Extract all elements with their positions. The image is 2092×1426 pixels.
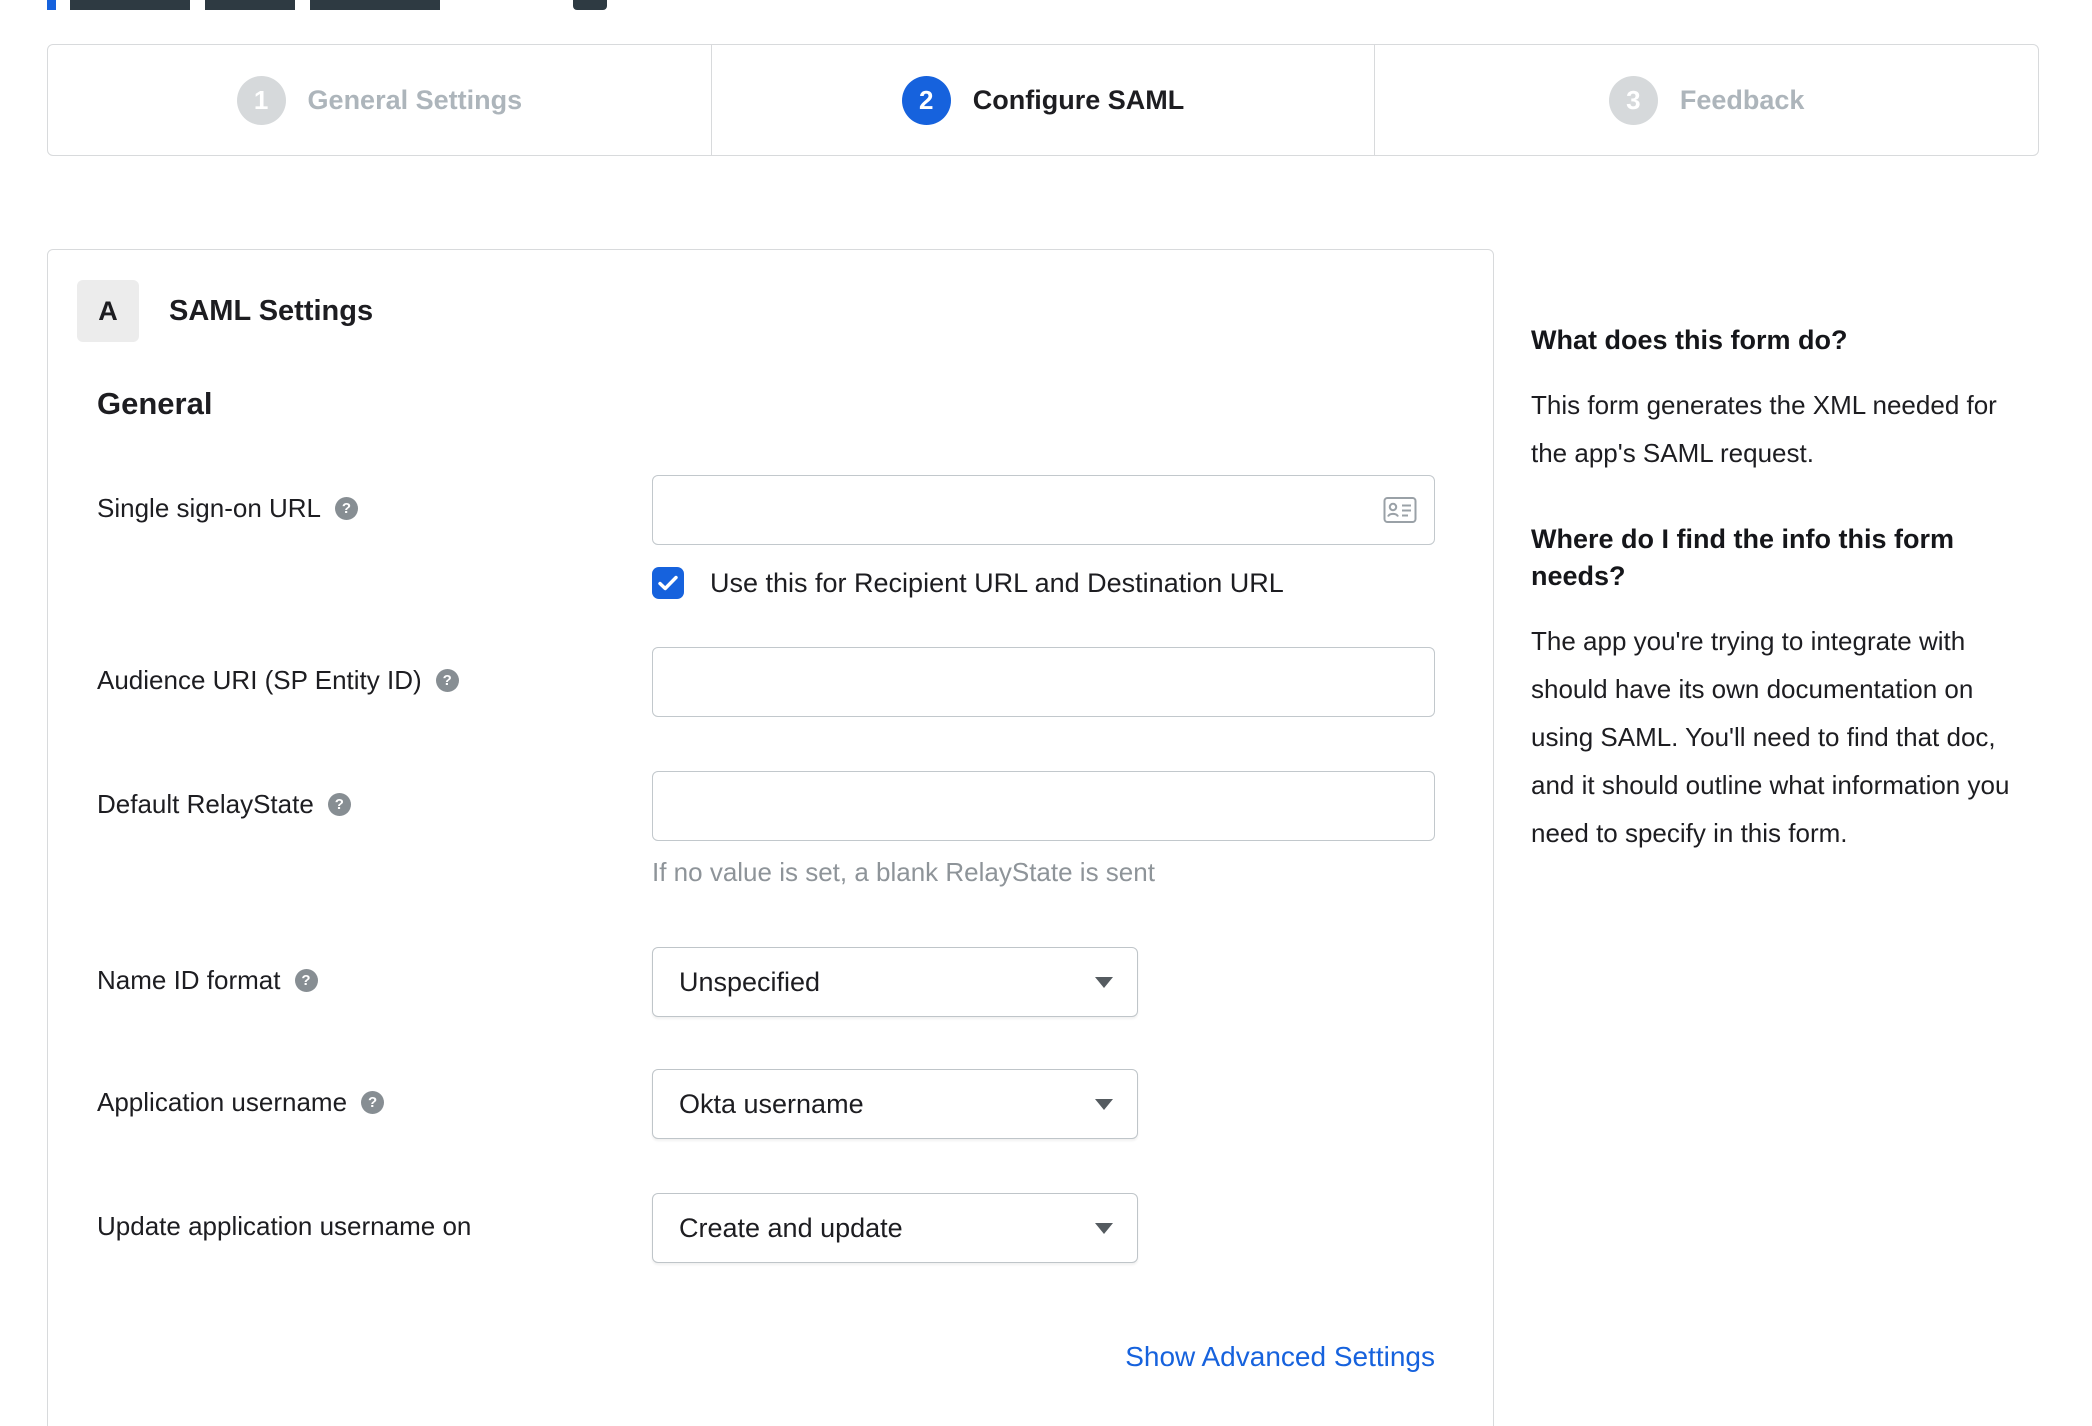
app-username-control: Okta username bbox=[652, 1069, 1442, 1139]
step-configure-saml[interactable]: 2 Configure SAML bbox=[712, 45, 1376, 155]
field-row-sso-url: Single sign-on URL ? Use this for Recipi… bbox=[48, 475, 1493, 599]
field-row-name-id-format: Name ID format ? Unspecified bbox=[48, 947, 1493, 1017]
wizard-stepper: 1 General Settings 2 Configure SAML 3 Fe… bbox=[47, 44, 2039, 156]
recipient-url-checkbox[interactable] bbox=[652, 567, 684, 599]
sso-url-input[interactable] bbox=[652, 475, 1435, 545]
audience-uri-label-cell: Audience URI (SP Entity ID) ? bbox=[97, 647, 652, 697]
help-section-what-body: This form generates the XML needed for t… bbox=[1531, 390, 1997, 468]
name-id-format-label: Name ID format bbox=[97, 965, 281, 995]
chevron-down-icon bbox=[1095, 976, 1113, 988]
show-advanced-settings-link[interactable]: Show Advanced Settings bbox=[1125, 1341, 1435, 1372]
update-username-control: Create and update bbox=[652, 1193, 1442, 1263]
contact-card-icon[interactable] bbox=[1383, 497, 1417, 524]
field-row-relay-state: Default RelayState ? If no value is set,… bbox=[48, 771, 1493, 888]
step-3-circle: 3 bbox=[1608, 75, 1658, 125]
relay-state-help-icon[interactable]: ? bbox=[327, 792, 351, 816]
advanced-settings-row: Show Advanced Settings bbox=[48, 1341, 1435, 1373]
step-general-settings[interactable]: 1 General Settings bbox=[48, 45, 712, 155]
sso-url-help-icon[interactable]: ? bbox=[335, 496, 359, 520]
field-row-app-username: Application username ? Okta username bbox=[48, 1069, 1493, 1139]
app-username-label-cell: Application username ? bbox=[97, 1069, 652, 1119]
audience-uri-control bbox=[652, 647, 1442, 717]
app-username-help-icon[interactable]: ? bbox=[361, 1090, 385, 1114]
help-section-where-body: The app you're trying to integrate with … bbox=[1531, 626, 2010, 848]
step-2-label: Configure SAML bbox=[972, 84, 1185, 115]
clipped-title-remnant bbox=[0, 0, 2092, 10]
chevron-down-icon bbox=[1095, 1222, 1113, 1234]
audience-uri-label: Audience URI (SP Entity ID) bbox=[97, 665, 422, 695]
sso-url-control: Use this for Recipient URL and Destinati… bbox=[652, 475, 1442, 599]
recipient-url-checkbox-row: Use this for Recipient URL and Destinati… bbox=[652, 567, 1442, 599]
saml-settings-card: A SAML Settings General Single sign-on U… bbox=[47, 249, 1494, 1426]
relay-state-input[interactable] bbox=[652, 771, 1435, 841]
saml-form: Single sign-on URL ? Use this for Recipi… bbox=[48, 475, 1493, 1373]
sso-url-label-cell: Single sign-on URL ? bbox=[97, 475, 652, 525]
step-1-circle: 1 bbox=[236, 75, 286, 125]
recipient-url-checkbox-label: Use this for Recipient URL and Destinati… bbox=[710, 567, 1284, 598]
relay-state-label: Default RelayState bbox=[97, 789, 314, 819]
clipped-accent-bar bbox=[47, 0, 56, 10]
chevron-down-icon bbox=[1095, 1098, 1113, 1110]
app-username-value: Okta username bbox=[679, 1088, 864, 1119]
section-a-badge: A bbox=[77, 280, 139, 342]
step-feedback[interactable]: 3 Feedback bbox=[1375, 45, 2038, 155]
help-section-where: Where do I find the info this form needs… bbox=[1531, 521, 2036, 857]
step-3-label: Feedback bbox=[1679, 84, 1805, 115]
app-username-select[interactable]: Okta username bbox=[652, 1069, 1138, 1139]
card-title: SAML Settings bbox=[169, 294, 374, 327]
name-id-format-value: Unspecified bbox=[679, 966, 821, 997]
update-username-label-cell: Update application username on bbox=[97, 1193, 652, 1243]
general-group-title: General bbox=[97, 386, 213, 421]
sso-url-label: Single sign-on URL bbox=[97, 493, 322, 523]
update-username-select[interactable]: Create and update bbox=[652, 1193, 1138, 1263]
relay-state-hint: If no value is set, a blank RelayState i… bbox=[652, 857, 1155, 887]
help-section-what: What does this form do? This form genera… bbox=[1531, 322, 2036, 477]
help-section-where-title: Where do I find the info this form needs… bbox=[1531, 524, 1954, 591]
field-row-update-username: Update application username on Create an… bbox=[48, 1193, 1493, 1263]
app-username-label: Application username bbox=[97, 1087, 348, 1117]
help-panel: What does this form do? This form genera… bbox=[1531, 322, 2036, 857]
name-id-format-control: Unspecified bbox=[652, 947, 1442, 1017]
relay-state-control: If no value is set, a blank RelayState i… bbox=[652, 771, 1442, 888]
update-username-value: Create and update bbox=[679, 1212, 903, 1243]
step-2-circle: 2 bbox=[901, 75, 951, 125]
audience-uri-help-icon[interactable]: ? bbox=[435, 668, 459, 692]
name-id-format-help-icon[interactable]: ? bbox=[294, 968, 318, 992]
help-section-what-title: What does this form do? bbox=[1531, 325, 1848, 355]
step-1-label: General Settings bbox=[307, 84, 523, 115]
card-header: A SAML Settings bbox=[77, 280, 1493, 342]
name-id-format-label-cell: Name ID format ? bbox=[97, 947, 652, 997]
audience-uri-input[interactable] bbox=[652, 647, 1435, 717]
relay-state-label-cell: Default RelayState ? bbox=[97, 771, 652, 821]
page: { "colors": { "accent": "#1662dd", "link… bbox=[0, 0, 2092, 1426]
field-row-audience-uri: Audience URI (SP Entity ID) ? bbox=[48, 647, 1493, 717]
update-username-label: Update application username on bbox=[97, 1211, 472, 1241]
name-id-format-select[interactable]: Unspecified bbox=[652, 947, 1138, 1017]
